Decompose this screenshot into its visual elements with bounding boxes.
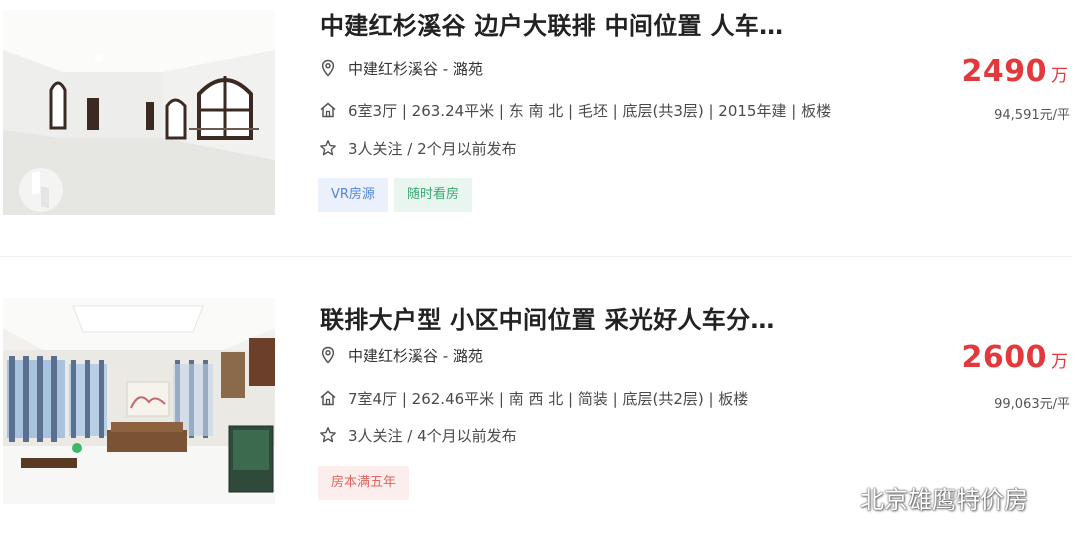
- watermark-text: 北京雄鹰特价房: [860, 486, 1028, 514]
- follow-row: 3人关注 / 4个月以前发布: [318, 423, 517, 447]
- star-icon[interactable]: [318, 138, 338, 158]
- total-price-value: 2600: [961, 340, 1047, 375]
- anytime-viewing-tag: 随时看房: [393, 178, 472, 212]
- living-room-photo: [3, 298, 275, 504]
- house-info-row: 7室4厅 | 262.46平米 | 南 西 北 | 简装 | 底层(共2层) |…: [318, 386, 748, 410]
- location-pin-icon: [318, 58, 338, 78]
- total-price: 2600 万: [962, 340, 1069, 375]
- location-row: 中建红杉溪谷 - 潞苑: [318, 343, 483, 367]
- five-year-deed-tag: 房本满五年: [318, 466, 410, 500]
- location-row: 中建红杉溪谷 - 潞苑: [318, 56, 483, 80]
- house-icon: [318, 388, 338, 408]
- listing-photo[interactable]: [3, 10, 275, 215]
- listing-divider: [0, 256, 1072, 257]
- total-price-unit: 万: [1051, 66, 1068, 86]
- listing-title[interactable]: 中建红杉溪谷 边户大联排 中间位置 人车…: [320, 6, 783, 41]
- total-price: 2490 万: [962, 54, 1069, 89]
- location-link[interactable]: 中建红杉溪谷 - 潞苑: [348, 58, 483, 79]
- unit-price: 94,591元/平: [994, 108, 1070, 123]
- follow-text: 3人关注 / 4个月以前发布: [348, 426, 517, 445]
- house-info-text: 7室4厅 | 262.46平米 | 南 西 北 | 简装 | 底层(共2层) |…: [348, 389, 749, 408]
- total-price-value: 2490: [961, 54, 1047, 89]
- house-info-text: 6室3厅 | 263.24平米 | 东 南 北 | 毛坯 | 底层(共3层) |…: [348, 101, 832, 120]
- watermark: 北京雄鹰特价房: [820, 480, 1028, 515]
- vr-tag: VR房源: [318, 178, 388, 212]
- tag-list: 房本满五年: [318, 466, 410, 500]
- location-link[interactable]: 中建红杉溪谷 - 潞苑: [348, 345, 483, 366]
- wechat-icon: [821, 486, 852, 509]
- follow-row: 3人关注 / 2个月以前发布: [318, 136, 517, 160]
- star-icon[interactable]: [318, 425, 338, 445]
- total-price-unit: 万: [1051, 352, 1068, 372]
- follow-text: 3人关注 / 2个月以前发布: [348, 139, 517, 158]
- tag-list: VR房源 随时看房: [318, 178, 472, 212]
- location-pin-icon: [318, 345, 338, 365]
- listing-card[interactable]: 中建红杉溪谷 边户大联排 中间位置 人车… 中建红杉溪谷 - 潞苑 6室3厅 |…: [0, 0, 1080, 220]
- house-icon: [318, 100, 338, 120]
- listing-photo[interactable]: [3, 298, 275, 504]
- listing-card[interactable]: 联排大户型 小区中间位置 采光好人车分… 中建红杉溪谷 - 潞苑 7室4厅 | …: [0, 290, 1080, 510]
- house-info-row: 6室3厅 | 263.24平米 | 东 南 北 | 毛坯 | 底层(共3层) |…: [318, 98, 831, 122]
- empty-room-photo: [3, 10, 275, 215]
- listing-title[interactable]: 联排大户型 小区中间位置 采光好人车分…: [320, 300, 775, 335]
- unit-price: 99,063元/平: [994, 397, 1070, 412]
